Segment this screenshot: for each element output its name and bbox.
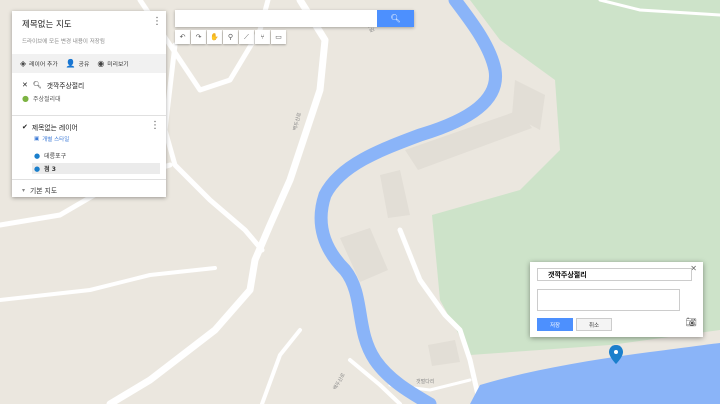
base-map-label: 기본 지도 bbox=[30, 187, 58, 195]
search-result-title: 갯깍주상절리 bbox=[46, 82, 85, 90]
map-toolbar: ◈ 레이어 추가 👤 공유 ◉ 미리보기 bbox=[12, 54, 166, 73]
redo-icon[interactable]: ↷ bbox=[191, 30, 206, 44]
feature-label: 점 3 bbox=[44, 166, 56, 173]
cancel-button[interactable]: 취소 bbox=[576, 318, 612, 331]
search-result-item[interactable]: ● 주상절리대 bbox=[22, 94, 61, 103]
green-marker-icon: ● bbox=[22, 94, 29, 103]
layer-header: ✔ 제목없는 레이어 bbox=[22, 122, 78, 132]
line-icon[interactable]: ⟋ bbox=[239, 30, 254, 44]
route-icon[interactable]: ⑂ bbox=[255, 30, 270, 44]
feature-title-input[interactable] bbox=[537, 268, 692, 281]
style-link[interactable]: ▣ 개별 스타일 bbox=[34, 135, 69, 143]
chevron-down-icon: ▾ bbox=[22, 186, 26, 194]
map-options-icon[interactable]: ⋮ bbox=[152, 16, 162, 28]
camera-icon[interactable]: 📷︎ bbox=[686, 318, 697, 328]
preview-button[interactable]: ◉ 미리보기 bbox=[97, 59, 128, 68]
search-result-header: ✕ 🔍︎ 갯깍주상절리 bbox=[22, 80, 84, 90]
search-icon: 🔍︎ bbox=[390, 14, 401, 23]
marker-icon[interactable]: ⚲ bbox=[223, 30, 238, 44]
add-layer-label: 레이어 추가 bbox=[29, 62, 58, 68]
hand-icon[interactable]: ✋ bbox=[207, 30, 222, 44]
add-layer-button[interactable]: ◈ 레이어 추가 bbox=[20, 59, 58, 68]
divider bbox=[12, 179, 166, 180]
search-input[interactable] bbox=[177, 12, 377, 26]
feature-item-selected[interactable]: ● 점 3 bbox=[32, 163, 160, 174]
search-button[interactable]: 🔍︎ bbox=[377, 10, 414, 27]
save-status: 드라이브에 모든 변경 내용이 저장됨 bbox=[22, 39, 105, 45]
preview-label: 미리보기 bbox=[107, 62, 129, 68]
marker-icon: ● bbox=[34, 164, 41, 173]
paint-roller-icon: ▣ bbox=[34, 136, 40, 142]
search-icon: 🔍︎ bbox=[32, 81, 42, 89]
bridge-label: 갯벌다리 bbox=[416, 379, 435, 385]
feature-label: 데릉포구 bbox=[44, 153, 67, 160]
share-button[interactable]: 👤 공유 bbox=[66, 59, 90, 68]
style-link-label: 개별 스타일 bbox=[42, 137, 70, 143]
search-result-place: 주상절리대 bbox=[32, 96, 61, 103]
save-button[interactable]: 저장 bbox=[537, 318, 573, 331]
divider bbox=[12, 115, 166, 116]
layer-options-icon[interactable]: ⋮ bbox=[150, 120, 160, 132]
description-textarea[interactable] bbox=[537, 289, 680, 311]
ruler-icon[interactable]: ▭ bbox=[271, 30, 286, 44]
undo-icon[interactable]: ↶ bbox=[175, 30, 190, 44]
eye-icon: ◉ bbox=[97, 59, 105, 68]
marker-icon: ● bbox=[34, 151, 41, 160]
share-label: 공유 bbox=[78, 62, 90, 68]
layer-title[interactable]: 제목없는 레이어 bbox=[32, 122, 78, 132]
base-map-toggle[interactable]: ▾ 기본 지도 bbox=[22, 185, 58, 196]
close-icon[interactable]: ✕ bbox=[22, 81, 28, 89]
feature-edit-popup: ✕ ● 저장 취소 📷︎ bbox=[530, 262, 703, 337]
add-person-icon: 👤 bbox=[65, 59, 76, 68]
map-sidebar: 제목없는 지도 ⋮ 드라이브에 모든 변경 내용이 저장됨 ◈ 레이어 추가 👤… bbox=[12, 11, 166, 197]
feature-item[interactable]: ● 데릉포구 bbox=[34, 151, 67, 161]
drawing-toolbar: ↶ ↷ ✋ ⚲ ⟋ ⑂ ▭ bbox=[175, 30, 287, 44]
layers-icon: ◈ bbox=[20, 59, 27, 68]
layer-checkbox-icon[interactable]: ✔ bbox=[22, 123, 28, 131]
map-title[interactable]: 제목없는 지도 bbox=[22, 18, 72, 30]
map-search-box: 🔍︎ bbox=[175, 10, 414, 27]
